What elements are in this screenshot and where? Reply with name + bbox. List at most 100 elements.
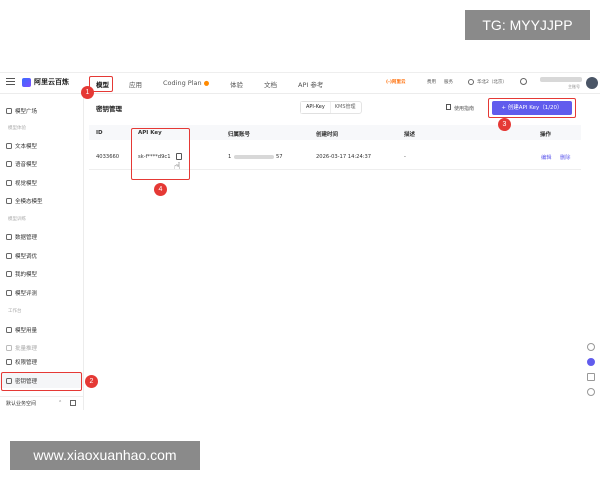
sidebar-item-label: 全模态模型	[15, 199, 43, 205]
annotation-badge-3: 3	[498, 118, 511, 131]
tab-api-reference[interactable]: API 参考	[298, 79, 323, 89]
aliyun-brand-link[interactable]: (-)阿里云	[386, 79, 405, 85]
fire-icon: ●	[203, 79, 210, 87]
sidebar-item-voice-model[interactable]: 语音模型	[6, 160, 37, 168]
user-icon	[6, 359, 12, 365]
model-icon	[6, 271, 12, 277]
omni-icon	[6, 198, 12, 204]
sidebar-item-label: 文本模型	[15, 144, 38, 150]
annotation-box-key-manage	[1, 372, 82, 391]
sidebar-item-label: 批量推理	[15, 346, 38, 352]
sidebar-item-label: 我的模型	[15, 272, 38, 278]
col-account: 归属账号	[228, 132, 251, 138]
more-icon[interactable]	[587, 388, 595, 396]
segment-kms[interactable]: KMS管理	[330, 102, 361, 113]
square-icon	[6, 108, 12, 114]
usage-guide-label: 使用指南	[454, 106, 475, 112]
annotation-badge-1: 1	[81, 86, 94, 99]
annotation-badge-2: 2	[85, 375, 98, 388]
batch-icon	[6, 345, 12, 351]
sidebar-section-tools: 工作台	[8, 309, 22, 314]
collapse-icon[interactable]	[70, 400, 76, 406]
sidebar-section-model-exp: 模型体验	[8, 126, 26, 131]
tab-apps[interactable]: 应用	[129, 79, 142, 89]
sidebar-item-model-tuning[interactable]: 模型调优	[6, 252, 37, 260]
logo-mark-icon	[22, 77, 31, 87]
workspace-label: 默认业务空间	[6, 401, 37, 407]
row-desc: -	[404, 154, 406, 160]
account-name-blurred	[540, 77, 582, 82]
workspace-selector[interactable]: 默认业务空间	[6, 400, 36, 407]
sidebar-item-my-models[interactable]: 我的模型	[6, 270, 37, 278]
document-icon	[446, 104, 451, 110]
row-account-start: 1	[228, 154, 232, 160]
sidebar-item-batch[interactable]: 批量推理	[6, 344, 37, 352]
col-created: 创建时间	[316, 132, 339, 138]
col-desc: 描述	[404, 132, 416, 138]
sidebar-item-permissions[interactable]: 权限管理	[6, 358, 37, 366]
billing-link[interactable]: 费用	[427, 79, 436, 85]
image-icon	[6, 180, 12, 186]
location-icon	[468, 79, 474, 85]
doc-icon[interactable]	[587, 373, 595, 381]
row-account-end: 57	[276, 154, 283, 160]
tab-coding-plan[interactable]: Coding Plan ●	[163, 79, 209, 87]
sidebar-item-label: 视觉模型	[15, 181, 38, 187]
account-type: 主账号	[568, 84, 580, 89]
annotation-box-create	[488, 98, 576, 118]
key-type-switch: API-Key KMS管理	[300, 101, 362, 114]
sidebar-item-data-manage[interactable]: 数据管理	[6, 233, 37, 241]
chevron-up-icon[interactable]: ⌃	[58, 400, 62, 406]
headset-icon[interactable]	[587, 343, 595, 351]
avatar[interactable]	[586, 77, 598, 89]
settings-icon[interactable]	[520, 78, 527, 85]
tab-coding-plan-label: Coding Plan	[163, 79, 202, 87]
sidebar-item-label: 模型调优	[15, 254, 38, 260]
logo[interactable]: 阿里云百炼	[22, 77, 69, 87]
sidebar-item-vision-model[interactable]: 视觉模型	[6, 179, 37, 187]
annotation-box-api-key	[131, 128, 190, 180]
sidebar-divider	[0, 396, 83, 397]
sidebar-item-text-model[interactable]: 文本模型	[6, 142, 37, 150]
ai-assistant-icon[interactable]	[587, 358, 595, 366]
text-icon	[6, 143, 12, 149]
sidebar: 模型广场 模型体验 文本模型 语音模型 视觉模型 全模态模型 模型训练 数据管理…	[0, 95, 84, 410]
usage-icon	[6, 327, 12, 333]
sidebar-item-model-square[interactable]: 模型广场	[6, 107, 37, 115]
sidebar-item-label: 语音模型	[15, 162, 38, 168]
console-screenshot: 阿里云百炼 模型 应用 Coding Plan ● 体验 文档 API 参考 (…	[0, 72, 600, 410]
row-id: 4033660	[96, 154, 120, 160]
sidebar-item-label: 数据管理	[15, 235, 38, 241]
segment-api-key[interactable]: API-Key	[301, 102, 330, 113]
tuning-icon	[6, 253, 12, 259]
voice-icon	[6, 161, 12, 167]
eval-icon	[6, 290, 12, 296]
usage-guide-link[interactable]: 使用指南	[446, 104, 474, 112]
sidebar-item-label: 模型用量	[15, 328, 38, 334]
sidebar-section-model-train: 模型训练	[8, 217, 26, 222]
region-selector[interactable]: 华北2（北京）	[477, 79, 507, 85]
sidebar-item-omni-model[interactable]: 全模态模型	[6, 197, 43, 205]
col-id: ID	[96, 130, 103, 136]
account-id-blurred	[234, 155, 274, 159]
tg-watermark: TG: MYYJJPP	[465, 10, 590, 40]
sidebar-item-model-eval[interactable]: 模型评测	[6, 289, 37, 297]
sidebar-item-label: 模型评测	[15, 291, 38, 297]
sidebar-item-label: 模型广场	[15, 109, 38, 115]
menu-icon[interactable]	[6, 78, 15, 87]
service-link[interactable]: 服务	[444, 79, 453, 85]
annotation-badge-4: 4	[154, 183, 167, 196]
page-title: 密钥管理	[96, 105, 122, 113]
floating-toolbar	[584, 343, 598, 403]
logo-text: 阿里云百炼	[34, 78, 69, 86]
row-created: 2026-03-17 14:24:37	[316, 154, 372, 160]
delete-link[interactable]: 删除	[560, 154, 570, 161]
edit-link[interactable]: 编辑	[541, 154, 551, 161]
site-watermark: www.xiaoxuanhao.com	[10, 441, 200, 470]
sidebar-item-label: 权限管理	[15, 360, 38, 366]
sidebar-item-usage[interactable]: 模型用量	[6, 326, 37, 334]
tab-docs[interactable]: 文档	[264, 79, 277, 89]
tab-experience[interactable]: 体验	[230, 79, 243, 89]
col-actions: 操作	[540, 132, 552, 138]
data-icon	[6, 234, 12, 240]
